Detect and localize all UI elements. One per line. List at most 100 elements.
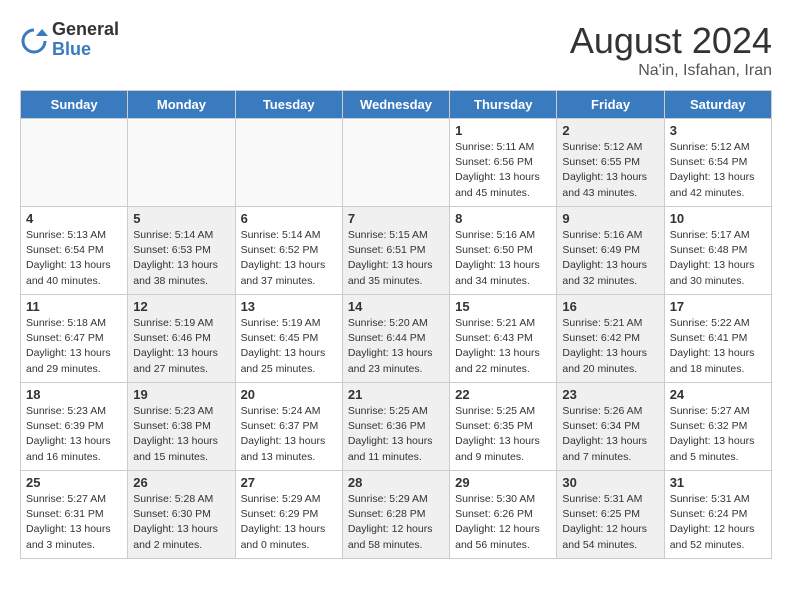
calendar-cell [128, 119, 235, 207]
calendar-cell: 22 Sunrise: 5:25 AM Sunset: 6:35 PM Dayli… [450, 383, 557, 471]
day-info: Sunrise: 5:11 AM Sunset: 6:56 PM Dayligh… [455, 140, 551, 201]
day-info: Sunrise: 5:25 AM Sunset: 6:35 PM Dayligh… [455, 404, 551, 465]
week-row-2: 4Sunrise: 5:13 AM Sunset: 6:54 PM Daylig… [21, 207, 772, 295]
day-info: Sunrise: 5:25 AM Sunset: 6:36 PM Dayligh… [348, 404, 444, 465]
calendar-cell: 23 Sunrise: 5:26 AM Sunset: 6:34 PM Dayli… [557, 383, 664, 471]
calendar-cell: 7Sunrise: 5:15 AM Sunset: 6:51 PM Daylig… [342, 207, 449, 295]
day-info: Sunrise: 5:16 AM Sunset: 6:49 PM Dayligh… [562, 228, 658, 289]
calendar-cell: 31 Sunrise: 5:31 AM Sunset: 6:24 PM Dayli… [664, 471, 771, 559]
weekday-header-monday: Monday [128, 91, 235, 119]
day-number: 15 [455, 299, 551, 314]
day-info: Sunrise: 5:29 AM Sunset: 6:28 PM Dayligh… [348, 492, 444, 553]
day-info: Sunrise: 5:30 AM Sunset: 6:26 PM Dayligh… [455, 492, 551, 553]
day-info: Sunrise: 5:15 AM Sunset: 6:51 PM Dayligh… [348, 228, 444, 289]
day-number: 25 [26, 475, 122, 490]
calendar-cell: 11 Sunrise: 5:18 AM Sunset: 6:47 PM Dayli… [21, 295, 128, 383]
day-info: Sunrise: 5:12 AM Sunset: 6:55 PM Dayligh… [562, 140, 658, 201]
page-header: General Blue August 2024 Na'in, Isfahan,… [20, 20, 772, 80]
day-info: Sunrise: 5:21 AM Sunset: 6:42 PM Dayligh… [562, 316, 658, 377]
day-number: 29 [455, 475, 551, 490]
calendar-cell: 2Sunrise: 5:12 AM Sunset: 6:55 PM Daylig… [557, 119, 664, 207]
day-info: Sunrise: 5:27 AM Sunset: 6:32 PM Dayligh… [670, 404, 766, 465]
day-number: 1 [455, 123, 551, 138]
calendar-cell: 5 Sunrise: 5:14 AM Sunset: 6:53 PM Daylig… [128, 207, 235, 295]
calendar-cell: 15 Sunrise: 5:21 AM Sunset: 6:43 PM Dayli… [450, 295, 557, 383]
calendar-cell: 12 Sunrise: 5:19 AM Sunset: 6:46 PM Dayli… [128, 295, 235, 383]
calendar-cell: 13Sunrise: 5:19 AM Sunset: 6:45 PM Dayli… [235, 295, 342, 383]
day-number: 12 [133, 299, 229, 314]
day-info: Sunrise: 5:19 AM Sunset: 6:46 PM Dayligh… [133, 316, 229, 377]
day-info: Sunrise: 5:21 AM Sunset: 6:43 PM Dayligh… [455, 316, 551, 377]
day-number: 23 [562, 387, 658, 402]
calendar-cell: 21 Sunrise: 5:25 AM Sunset: 6:36 PM Dayli… [342, 383, 449, 471]
calendar-cell [235, 119, 342, 207]
day-info: Sunrise: 5:22 AM Sunset: 6:41 PM Dayligh… [670, 316, 766, 377]
day-info: Sunrise: 5:20 AM Sunset: 6:44 PM Dayligh… [348, 316, 444, 377]
weekday-header-saturday: Saturday [664, 91, 771, 119]
day-number: 20 [241, 387, 337, 402]
day-number: 5 [133, 211, 229, 226]
day-info: Sunrise: 5:28 AM Sunset: 6:30 PM Dayligh… [133, 492, 229, 553]
weekday-header-row: SundayMondayTuesdayWednesdayThursdayFrid… [21, 91, 772, 119]
weekday-header-sunday: Sunday [21, 91, 128, 119]
calendar-cell [21, 119, 128, 207]
calendar-table: SundayMondayTuesdayWednesdayThursdayFrid… [20, 90, 772, 559]
day-number: 30 [562, 475, 658, 490]
day-number: 27 [241, 475, 337, 490]
title-block: August 2024 Na'in, Isfahan, Iran [570, 20, 772, 80]
day-info: Sunrise: 5:18 AM Sunset: 6:47 PM Dayligh… [26, 316, 122, 377]
day-number: 3 [670, 123, 766, 138]
day-number: 14 [348, 299, 444, 314]
calendar-cell: 20 Sunrise: 5:24 AM Sunset: 6:37 PM Dayli… [235, 383, 342, 471]
week-row-4: 18Sunrise: 5:23 AM Sunset: 6:39 PM Dayli… [21, 383, 772, 471]
calendar-cell: 8 Sunrise: 5:16 AM Sunset: 6:50 PM Daylig… [450, 207, 557, 295]
calendar-cell: 29 Sunrise: 5:30 AM Sunset: 6:26 PM Dayli… [450, 471, 557, 559]
calendar-cell: 3 Sunrise: 5:12 AM Sunset: 6:54 PM Daylig… [664, 119, 771, 207]
location-subtitle: Na'in, Isfahan, Iran [570, 62, 772, 80]
day-number: 24 [670, 387, 766, 402]
logo-line2: Blue [52, 40, 119, 60]
calendar-cell: 28 Sunrise: 5:29 AM Sunset: 6:28 PM Dayli… [342, 471, 449, 559]
weekday-header-friday: Friday [557, 91, 664, 119]
calendar-cell [342, 119, 449, 207]
calendar-cell: 30 Sunrise: 5:31 AM Sunset: 6:25 PM Dayli… [557, 471, 664, 559]
day-info: Sunrise: 5:13 AM Sunset: 6:54 PM Dayligh… [26, 228, 122, 289]
day-info: Sunrise: 5:31 AM Sunset: 6:25 PM Dayligh… [562, 492, 658, 553]
day-info: Sunrise: 5:14 AM Sunset: 6:53 PM Dayligh… [133, 228, 229, 289]
day-info: Sunrise: 5:17 AM Sunset: 6:48 PM Dayligh… [670, 228, 766, 289]
calendar-cell: 9 Sunrise: 5:16 AM Sunset: 6:49 PM Daylig… [557, 207, 664, 295]
calendar-cell: 19Sunrise: 5:23 AM Sunset: 6:38 PM Dayli… [128, 383, 235, 471]
day-number: 28 [348, 475, 444, 490]
calendar-cell: 10 Sunrise: 5:17 AM Sunset: 6:48 PM Dayli… [664, 207, 771, 295]
calendar-cell: 17Sunrise: 5:22 AM Sunset: 6:41 PM Dayli… [664, 295, 771, 383]
day-number: 22 [455, 387, 551, 402]
logo-line1: General [52, 20, 119, 40]
calendar-cell: 14 Sunrise: 5:20 AM Sunset: 6:44 PM Dayli… [342, 295, 449, 383]
day-number: 21 [348, 387, 444, 402]
day-number: 9 [562, 211, 658, 226]
weekday-header-thursday: Thursday [450, 91, 557, 119]
day-info: Sunrise: 5:14 AM Sunset: 6:52 PM Dayligh… [241, 228, 337, 289]
day-info: Sunrise: 5:12 AM Sunset: 6:54 PM Dayligh… [670, 140, 766, 201]
calendar-cell: 6 Sunrise: 5:14 AM Sunset: 6:52 PM Daylig… [235, 207, 342, 295]
day-number: 10 [670, 211, 766, 226]
day-info: Sunrise: 5:24 AM Sunset: 6:37 PM Dayligh… [241, 404, 337, 465]
day-info: Sunrise: 5:27 AM Sunset: 6:31 PM Dayligh… [26, 492, 122, 553]
day-number: 31 [670, 475, 766, 490]
day-info: Sunrise: 5:16 AM Sunset: 6:50 PM Dayligh… [455, 228, 551, 289]
weekday-header-wednesday: Wednesday [342, 91, 449, 119]
logo: General Blue [20, 20, 119, 60]
day-info: Sunrise: 5:29 AM Sunset: 6:29 PM Dayligh… [241, 492, 337, 553]
day-info: Sunrise: 5:23 AM Sunset: 6:39 PM Dayligh… [26, 404, 122, 465]
day-number: 11 [26, 299, 122, 314]
calendar-cell: 27 Sunrise: 5:29 AM Sunset: 6:29 PM Dayli… [235, 471, 342, 559]
day-number: 6 [241, 211, 337, 226]
calendar-cell: 18Sunrise: 5:23 AM Sunset: 6:39 PM Dayli… [21, 383, 128, 471]
calendar-cell: 16Sunrise: 5:21 AM Sunset: 6:42 PM Dayli… [557, 295, 664, 383]
day-info: Sunrise: 5:19 AM Sunset: 6:45 PM Dayligh… [241, 316, 337, 377]
logo-icon [20, 26, 48, 54]
day-info: Sunrise: 5:23 AM Sunset: 6:38 PM Dayligh… [133, 404, 229, 465]
day-number: 8 [455, 211, 551, 226]
day-info: Sunrise: 5:26 AM Sunset: 6:34 PM Dayligh… [562, 404, 658, 465]
day-info: Sunrise: 5:31 AM Sunset: 6:24 PM Dayligh… [670, 492, 766, 553]
